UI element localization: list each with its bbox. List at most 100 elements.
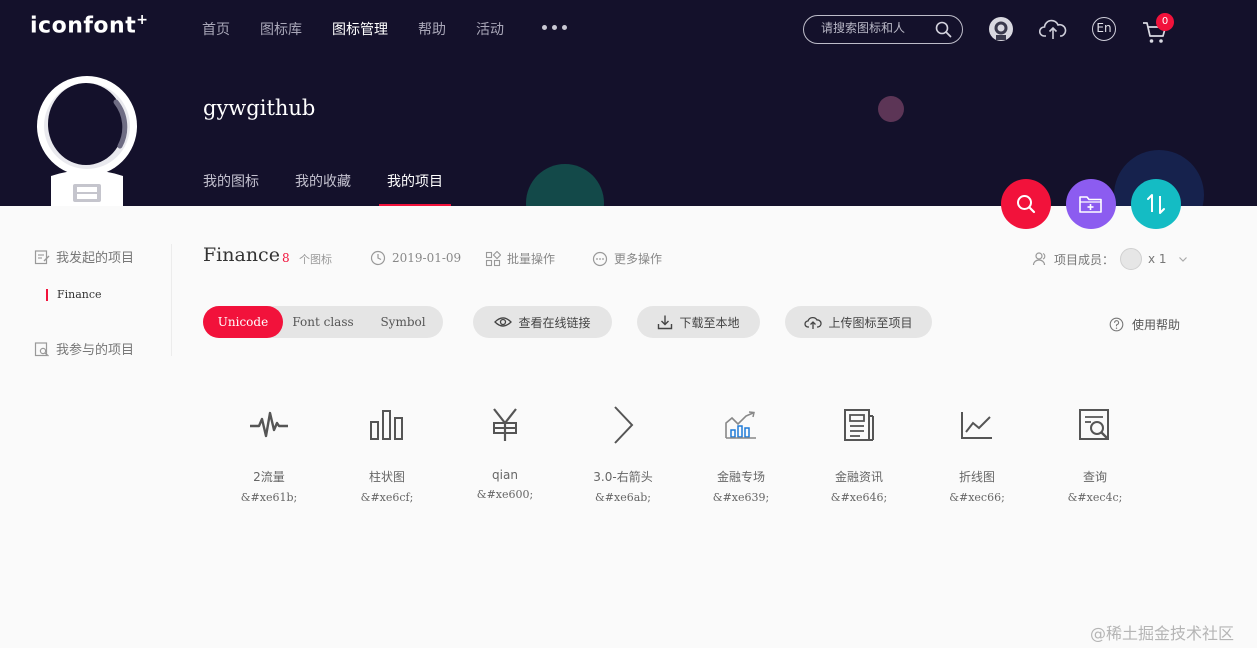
sidebar-joined-projects[interactable]: 我参与的项目: [34, 339, 134, 358]
icon-name: 金融专场: [716, 470, 765, 484]
grid-icon: [485, 250, 501, 266]
profile-username: gywgithub: [203, 96, 316, 120]
sidebar-started-label: 我发起的项目: [56, 251, 135, 266]
logo-text: iconfont: [30, 13, 137, 39]
search-doc-icon: [34, 341, 49, 356]
arrow-right-icon: [614, 406, 634, 444]
view-online-link-button[interactable]: 查看在线链接: [473, 306, 612, 338]
language-label: En: [1096, 21, 1112, 35]
help-circle-icon: [1109, 317, 1124, 332]
nav-icon-library[interactable]: 图标库: [260, 19, 302, 39]
icon-code: &#xe6ab;: [594, 491, 652, 504]
nav-home[interactable]: 首页: [202, 19, 230, 39]
project-icon-count: 8: [282, 251, 290, 265]
news-icon: [844, 409, 874, 441]
view-online-link-label: 查看在线链接: [518, 315, 591, 330]
code-mode-switch: Unicode Font class Symbol: [203, 306, 443, 338]
icon-card[interactable]: 2流量 &#xe61b;: [210, 400, 328, 504]
upload-to-project-button[interactable]: 上传图标至项目: [785, 306, 932, 338]
download-icon: [658, 315, 673, 330]
tab-my-icons[interactable]: 我的图标: [203, 171, 259, 191]
mode-unicode[interactable]: Unicode: [203, 306, 283, 338]
members-count: x 1: [1148, 252, 1167, 266]
nav-icon-management[interactable]: 图标管理: [332, 19, 388, 39]
doc-search-icon: [1079, 409, 1109, 440]
watermark: @稀土掘金技术社区: [1090, 624, 1235, 643]
pulse-icon: [250, 411, 288, 438]
fab-new-folder-button[interactable]: [1066, 179, 1116, 229]
tab-my-favorites[interactable]: 我的收藏: [295, 171, 351, 191]
icon-code: &#xe646;: [830, 491, 888, 504]
tab-my-projects[interactable]: 我的项目: [379, 171, 451, 206]
more-operations-button[interactable]: 更多操作: [592, 250, 662, 267]
sort-arrows-icon: [1147, 194, 1165, 214]
edit-doc-icon: [34, 249, 50, 264]
member-avatar: [1120, 248, 1143, 270]
upload-cloud-icon[interactable]: [1039, 16, 1067, 42]
nav-help[interactable]: 帮助: [418, 19, 446, 39]
icon-code: &#xe600;: [476, 488, 534, 501]
main-nav: 首页 图标库 图标管理 帮助 活动: [202, 19, 534, 39]
icon-code: &#xec66;: [949, 491, 1005, 504]
project-title: Finance: [203, 244, 280, 266]
members-label: 项目成员：: [1054, 252, 1115, 267]
upload-cloud-icon: [804, 316, 823, 329]
mode-symbol[interactable]: Symbol: [363, 306, 443, 338]
search-icon: [1017, 195, 1036, 214]
clock-icon: [370, 250, 386, 266]
header: iconfont+ 首页 图标库 图标管理 帮助 活动 En: [0, 0, 1257, 206]
icon-name: qian: [492, 468, 518, 482]
project-icon-count-label: 个图标: [299, 253, 332, 266]
batch-operations-label: 批量操作: [507, 252, 556, 266]
icon-code: &#xe6cf;: [360, 491, 414, 504]
icon-name: 折线图: [958, 470, 995, 484]
icon-card[interactable]: 金融专场 &#xe639;: [682, 400, 800, 504]
sidebar-started-projects[interactable]: 我发起的项目: [34, 247, 134, 266]
folder-add-icon: [1079, 196, 1102, 213]
batch-operations-button[interactable]: 批量操作: [485, 250, 555, 267]
icon-card[interactable]: 查询 &#xec4c;: [1036, 400, 1154, 504]
search-input[interactable]: [821, 21, 931, 35]
logo[interactable]: iconfont+: [30, 12, 148, 38]
decor-circle: [526, 164, 604, 206]
search-icon[interactable]: [935, 21, 952, 38]
icon-card[interactable]: 金融资讯 &#xe646;: [800, 400, 918, 504]
line-chart-icon: [961, 412, 992, 439]
logo-plus-icon: +: [136, 12, 149, 28]
user-avatar-icon[interactable]: [988, 16, 1014, 42]
fab-sort-button[interactable]: [1131, 179, 1181, 229]
icon-card[interactable]: 柱状图 &#xe6cf;: [328, 400, 446, 504]
icon-code: &#xe61b;: [240, 491, 298, 504]
usage-help-link[interactable]: 使用帮助: [1109, 316, 1180, 333]
icon-card[interactable]: 3.0-右箭头 &#xe6ab;: [564, 400, 682, 504]
decor-circle: [878, 96, 904, 122]
download-local-button[interactable]: 下载至本地: [637, 306, 760, 338]
profile-avatar[interactable]: [34, 76, 140, 206]
icon-name: 查询: [1082, 470, 1107, 484]
search-box: [803, 15, 963, 44]
project-date: 2019-01-09: [370, 250, 461, 266]
eye-icon: [494, 317, 513, 327]
language-toggle[interactable]: En: [1092, 17, 1116, 41]
icon-name: 2流量: [253, 470, 285, 484]
chevron-down-icon[interactable]: [1177, 253, 1189, 265]
cart-count-badge: 0: [1156, 13, 1174, 31]
icon-code: &#xe639;: [712, 491, 770, 504]
sidebar-item-finance[interactable]: Finance: [46, 289, 102, 301]
upload-to-project-label: 上传图标至项目: [828, 315, 913, 330]
finance-chart-icon: [725, 411, 756, 439]
icon-card[interactable]: qian &#xe600;: [446, 400, 564, 501]
mode-font-class[interactable]: Font class: [283, 306, 363, 338]
more-dots-icon[interactable]: [542, 25, 567, 30]
profile-tabs: 我的图标 我的收藏 我的项目: [203, 171, 479, 206]
usage-help-label: 使用帮助: [1132, 318, 1181, 332]
bar-chart-icon: [370, 410, 403, 440]
project-date-value: 2019-01-09: [392, 251, 462, 265]
icon-card[interactable]: 折线图 &#xec66;: [918, 400, 1036, 504]
fab-search-button[interactable]: [1001, 179, 1051, 229]
nav-activity[interactable]: 活动: [476, 19, 504, 39]
more-operations-label: 更多操作: [614, 252, 663, 266]
project-members[interactable]: 项目成员： x 1: [1032, 248, 1189, 270]
icon-code: &#xec4c;: [1067, 491, 1123, 504]
sidebar-divider: [171, 244, 172, 356]
